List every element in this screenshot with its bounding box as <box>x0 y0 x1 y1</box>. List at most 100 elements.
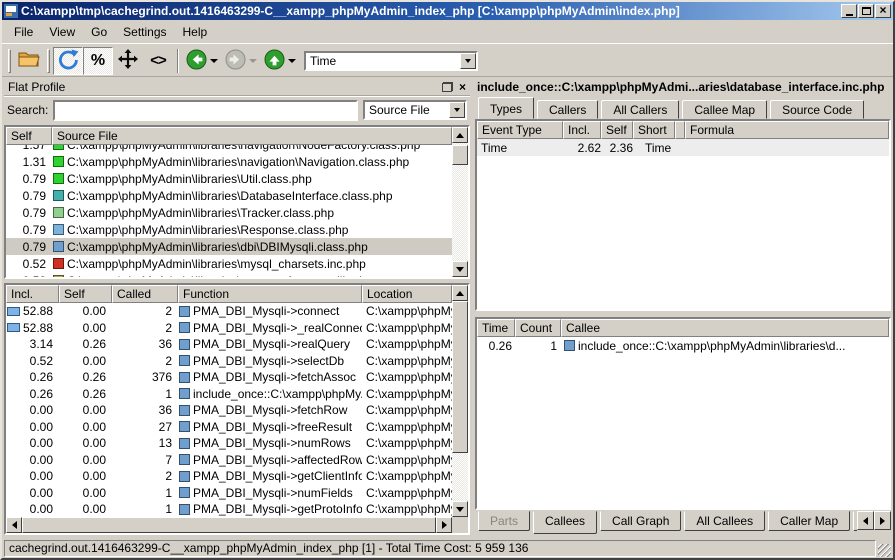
file-row[interactable]: 0.79C:\xampp\phpMyAdmin\libraries\Tracke… <box>6 204 452 221</box>
tab-callers[interactable]: Callers <box>537 100 598 119</box>
maximize-button[interactable] <box>858 4 874 18</box>
col-header-self[interactable]: Self <box>59 285 112 303</box>
scroll-right-button[interactable] <box>436 517 452 533</box>
function-row[interactable]: 52.880.002PMA_DBI_Mysqli->_realConnectC:… <box>6 320 452 337</box>
scrollbar-thumb[interactable] <box>452 301 468 453</box>
menu-settings[interactable]: Settings <box>115 22 174 42</box>
tab-call-graph[interactable]: Call Graph <box>600 511 681 531</box>
tab-types[interactable]: Types <box>478 97 534 119</box>
file-list-vscrollbar[interactable] <box>452 127 468 277</box>
tab-all-callees[interactable]: All Callees <box>684 511 765 531</box>
file-row[interactable]: 0.79C:\xampp\phpMyAdmin\libraries\Util.c… <box>6 170 452 187</box>
function-row[interactable]: 0.520.002PMA_DBI_Mysqli->selectDbC:\xamp… <box>6 353 452 370</box>
minimize-button[interactable] <box>841 4 857 18</box>
function-row[interactable]: 0.000.0036PMA_DBI_Mysqli->fetchRowC:\xam… <box>6 402 452 419</box>
col-header-function[interactable]: Function <box>178 285 362 303</box>
file-row[interactable]: 0.52C:\xampp\phpMyAdmin\libraries\mysql_… <box>6 255 452 272</box>
group-by-combo[interactable]: Source File <box>363 100 467 120</box>
col-header-source-file[interactable]: Source File <box>52 127 452 145</box>
scroll-up-button[interactable] <box>452 127 468 143</box>
col-header-called[interactable]: Called <box>112 285 178 303</box>
code-angles-icon: <> <box>150 52 166 69</box>
file-self-cost: 0.79 <box>6 189 52 203</box>
event-type-row[interactable]: Time 2.62 2.36 Time <box>477 139 889 156</box>
col-header-count[interactable]: Count <box>515 319 561 337</box>
close-button[interactable]: × <box>875 4 891 18</box>
title-bar[interactable]: C:\xampp\tmp\cachegrind.out.1416463299-C… <box>2 2 893 20</box>
file-row[interactable]: 1.57C:\xampp\phpMyAdmin\libraries\naviga… <box>6 145 452 153</box>
menu-go[interactable]: Go <box>83 22 115 42</box>
reload-button[interactable] <box>53 47 83 75</box>
file-row[interactable]: 0.79C:\xampp\phpMyAdmin\libraries\dbi\DB… <box>6 238 452 255</box>
callee-row[interactable]: 0.26 1 include_once::C:\xampp\phpMyAdmin… <box>477 337 889 354</box>
menu-view[interactable]: View <box>41 22 83 42</box>
function-table-vscrollbar[interactable] <box>452 285 468 517</box>
tab-parts[interactable]: Parts <box>478 511 530 531</box>
col-header-self[interactable]: Self <box>6 127 52 145</box>
function-row[interactable]: 0.000.001PMA_DBI_Mysqli->getProtoInfoC:\… <box>6 501 452 517</box>
tab-all-callers[interactable]: All Callers <box>601 100 679 119</box>
col-header-incl[interactable]: Incl. <box>563 121 601 139</box>
scroll-up-button[interactable] <box>452 285 468 301</box>
file-row[interactable]: 0.79C:\xampp\phpMyAdmin\libraries\Respon… <box>6 221 452 238</box>
col-header-incl[interactable]: Incl. <box>6 285 59 303</box>
percentage-button[interactable]: % <box>83 47 113 75</box>
back-dropdown-icon[interactable] <box>210 59 218 63</box>
relative-cost-button[interactable]: <> <box>143 47 173 75</box>
cost-bar-icon <box>7 307 20 316</box>
file-row[interactable]: 1.31C:\xampp\phpMyAdmin\libraries\naviga… <box>6 153 452 170</box>
col-header-formula[interactable]: Formula <box>685 121 889 139</box>
tab-callee-map[interactable]: Callee Map <box>682 100 767 119</box>
search-input[interactable] <box>53 100 358 121</box>
scrollbar-thumb[interactable] <box>22 517 436 533</box>
event-type-combo[interactable]: Time <box>304 51 478 71</box>
col-header-time[interactable]: Time <box>477 319 515 337</box>
combo-dropdown-button[interactable] <box>449 102 465 118</box>
col-header-callee[interactable]: Callee <box>561 319 889 337</box>
dock-float-icon[interactable] <box>442 82 453 92</box>
tabs-scroll-right-button[interactable] <box>874 511 891 530</box>
col-header-location[interactable]: Location <box>362 285 452 303</box>
scroll-down-button[interactable] <box>452 501 468 517</box>
function-row[interactable]: 0.000.0027PMA_DBI_Mysqli->freeResultC:\x… <box>6 419 452 436</box>
col-header-short[interactable]: Short <box>633 121 675 139</box>
open-file-button[interactable] <box>14 47 44 75</box>
col-header-self[interactable]: Self <box>601 121 633 139</box>
function-row[interactable]: 0.260.26376PMA_DBI_Mysqli->fetchAssocC:\… <box>6 369 452 386</box>
up-dropdown-icon[interactable] <box>288 59 296 63</box>
dock-close-icon[interactable]: × <box>459 82 466 92</box>
function-row[interactable]: 0.260.261include_once::C:\xampp\phpMyAd.… <box>6 386 452 403</box>
forward-dropdown-icon[interactable] <box>249 59 257 63</box>
tab-source-code[interactable]: Source Code <box>770 100 864 119</box>
function-name: PMA_DBI_Mysqli->freeResult <box>193 420 352 434</box>
combo-dropdown-button[interactable] <box>460 53 476 69</box>
tabs-scroll-left-button[interactable] <box>857 511 874 530</box>
tab-callees[interactable]: Callees <box>533 511 597 534</box>
col-header-event-type[interactable]: Event Type <box>477 121 563 139</box>
dock-title-bar[interactable]: Flat Profile × <box>4 79 470 96</box>
up-button[interactable] <box>261 47 287 75</box>
toolbar-grip[interactable] <box>8 49 11 73</box>
file-row[interactable]: 0.79C:\xampp\phpMyAdmin\libraries\Databa… <box>6 187 452 204</box>
scroll-down-button[interactable] <box>452 261 468 277</box>
function-row[interactable]: 0.000.002PMA_DBI_Mysqli->getClientInfoC:… <box>6 468 452 485</box>
scrollbar-thumb[interactable] <box>452 145 468 165</box>
scroll-left-button[interactable] <box>6 517 22 533</box>
function-table-hscrollbar[interactable] <box>6 517 452 533</box>
file-row[interactable]: 0.52C:\xampp\phpMyAdmin\libraries\user_p… <box>6 272 452 277</box>
function-row[interactable]: 0.000.0013PMA_DBI_Mysqli->numRowsC:\xamp… <box>6 435 452 452</box>
forward-button[interactable] <box>222 47 248 75</box>
resize-grip-icon[interactable] <box>878 544 891 557</box>
incl-cost: 0.00 <box>6 436 59 450</box>
menu-file[interactable]: File <box>6 22 41 42</box>
tab-caller-map[interactable]: Caller Map <box>768 511 850 531</box>
function-row[interactable]: 0.000.007PMA_DBI_Mysqli->affectedRowsC:\… <box>6 452 452 469</box>
back-button[interactable] <box>183 47 209 75</box>
toolbar-grip[interactable] <box>47 49 50 73</box>
bottom-tab-bar: Parts Callees Call Graph All Callees Cal… <box>475 511 891 535</box>
menu-help[interactable]: Help <box>175 22 216 42</box>
dock-panels-button[interactable] <box>113 47 143 75</box>
function-row[interactable]: 52.880.002PMA_DBI_Mysqli->connectC:\xamp… <box>6 303 452 320</box>
function-row[interactable]: 0.000.001PMA_DBI_Mysqli->numFieldsC:\xam… <box>6 485 452 502</box>
function-row[interactable]: 3.140.2636PMA_DBI_Mysqli->realQueryC:\xa… <box>6 336 452 353</box>
